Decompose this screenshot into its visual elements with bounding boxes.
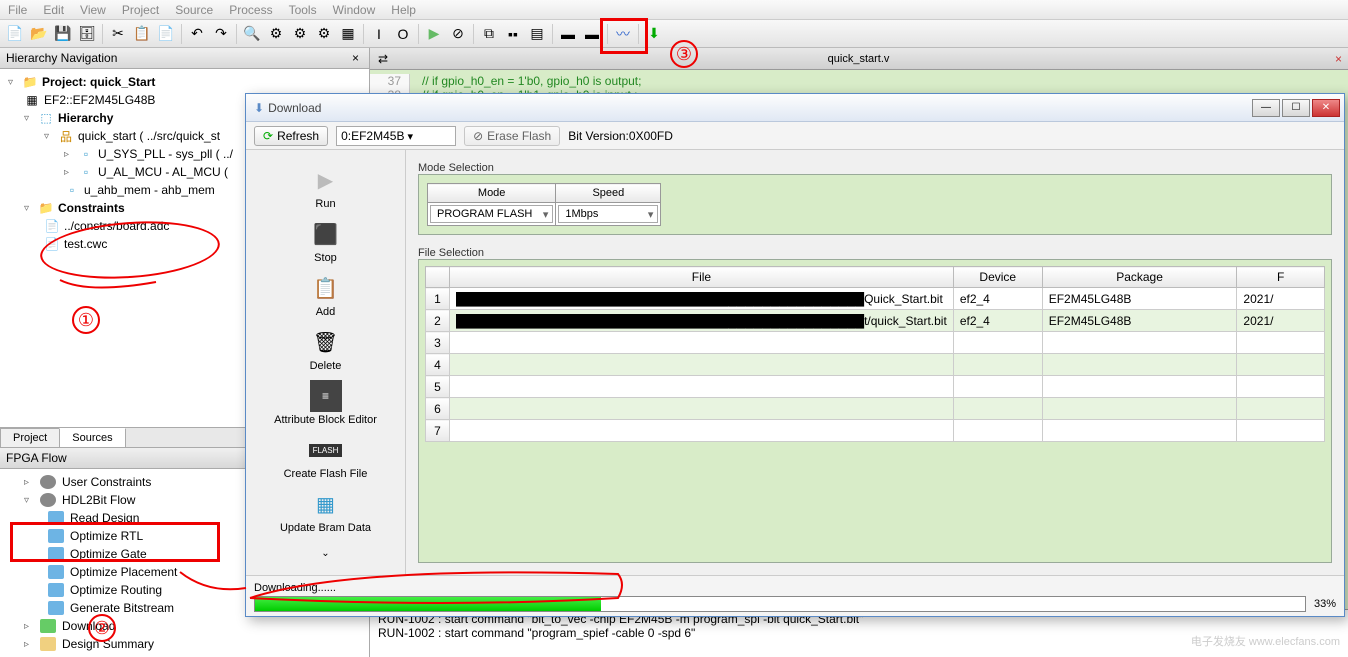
table-row[interactable]: 2███████████████████████████████████████… — [426, 310, 1325, 332]
grid-icon[interactable]: ▤ — [526, 23, 548, 45]
dual-icon[interactable]: ⧉ — [478, 23, 500, 45]
attr-editor-button[interactable]: ≡Attribute Block Editor — [272, 378, 379, 428]
delete-button[interactable]: 🗑Delete — [308, 324, 344, 374]
dialog-title: Download — [268, 101, 1252, 115]
saveall-icon[interactable]: 🗄 — [76, 23, 98, 45]
off-icon[interactable]: O — [392, 23, 414, 45]
speed-header: Speed — [556, 184, 661, 203]
file-section-label: File Selection — [418, 247, 1332, 259]
erase-flash-button[interactable]: ⊘Erase Flash — [464, 126, 560, 146]
f-col-header[interactable]: F — [1237, 267, 1325, 288]
paste-icon[interactable]: 📄 — [155, 23, 177, 45]
download-dialog: ⬇ Download — ☐ ✕ ⟳Refresh 0:EF2M45B ▾ ⊘E… — [245, 93, 1345, 617]
tool-icon[interactable]: ⚙ — [265, 23, 287, 45]
minimize-button[interactable]: — — [1252, 99, 1280, 117]
chip2-icon[interactable]: ▬ — [581, 23, 603, 45]
dialog-titlebar[interactable]: ⬇ Download — ☐ ✕ — [246, 94, 1344, 122]
redo-icon[interactable]: ↷ — [210, 23, 232, 45]
menubar: File Edit View Project Source Process To… — [0, 0, 1348, 20]
mode-table: ModeSpeed PROGRAM FLASH 1Mbps — [427, 183, 661, 226]
chip-icon[interactable]: ▬ — [557, 23, 579, 45]
hierarchy-title: Hierarchy Navigation — [6, 51, 117, 65]
cut-icon[interactable]: ✂ — [107, 23, 129, 45]
menu-window[interactable]: Window — [333, 3, 376, 17]
create-flash-button[interactable]: FLASHCreate Flash File — [282, 432, 370, 482]
device-col-header[interactable]: Device — [953, 267, 1042, 288]
copy-icon[interactable]: 📋 — [131, 23, 153, 45]
hierarchy-header: Hierarchy Navigation × — [0, 48, 369, 69]
tool4-icon[interactable]: ▦ — [337, 23, 359, 45]
flow-title: FPGA Flow — [6, 451, 67, 465]
undo-icon[interactable]: ↶ — [186, 23, 208, 45]
on-icon[interactable]: I — [368, 23, 390, 45]
menu-edit[interactable]: Edit — [43, 3, 64, 17]
add-button[interactable]: 📋Add — [308, 270, 344, 320]
device-select[interactable]: 0:EF2M45B ▾ — [336, 126, 456, 146]
new-icon[interactable]: 📄 — [4, 23, 26, 45]
mode-section-label: Mode Selection — [418, 162, 1332, 174]
code-text: // if gpio_h0_en = 1'b0, gpio_h0 is outp… — [410, 74, 641, 88]
main-toolbar: 📄 📂 💾 🗄 ✂ 📋 📄 ↶ ↷ 🔍 ⚙ ⚙ ⚙ ▦ I O ▶ ⊘ ⧉ ▪▪… — [0, 20, 1348, 48]
tool3-icon[interactable]: ⚙ — [313, 23, 335, 45]
watermark: 电子发烧友 www.elecfans.com — [1191, 633, 1340, 649]
dialog-toolbar: ⟳Refresh 0:EF2M45B ▾ ⊘Erase Flash Bit Ve… — [246, 122, 1344, 150]
bars-icon[interactable]: ▪▪ — [502, 23, 524, 45]
flow-design-summary[interactable]: ▹Design Summary — [4, 635, 365, 653]
table-row[interactable]: 4 — [426, 354, 1325, 376]
open-icon[interactable]: 📂 — [28, 23, 50, 45]
tool2-icon[interactable]: ⚙ — [289, 23, 311, 45]
line-number: 37 — [370, 74, 410, 88]
refresh-button[interactable]: ⟳Refresh — [254, 126, 328, 146]
editor-filename: quick_start.v — [388, 53, 1329, 65]
close-icon[interactable]: × — [348, 51, 363, 65]
editor-close-icon[interactable]: × — [1329, 52, 1348, 66]
file-col-header[interactable]: File — [450, 267, 954, 288]
maximize-button[interactable]: ☐ — [1282, 99, 1310, 117]
mode-combo[interactable]: PROGRAM FLASH — [430, 205, 553, 223]
menu-view[interactable]: View — [80, 3, 106, 17]
menu-source[interactable]: Source — [175, 3, 213, 17]
speed-combo[interactable]: 1Mbps — [558, 205, 658, 223]
menu-file[interactable]: File — [8, 3, 27, 17]
save-icon[interactable]: 💾 — [52, 23, 74, 45]
editor-toggle-icon[interactable]: ⇄ — [378, 52, 388, 66]
table-row[interactable]: 3 — [426, 332, 1325, 354]
package-col-header[interactable]: Package — [1042, 267, 1237, 288]
wave-icon[interactable]: 〰 — [612, 23, 634, 45]
run-icon[interactable]: ▶ — [423, 23, 445, 45]
progress-area: Downloading...... 33% — [246, 575, 1344, 616]
flow-download[interactable]: ▹Download — [4, 617, 365, 635]
dialog-actions: ▶Run ⬛Stop 📋Add 🗑Delete ≡Attribute Block… — [246, 150, 406, 575]
progress-label: Downloading...... — [254, 580, 1336, 596]
search-icon[interactable]: 🔍 — [241, 23, 263, 45]
table-row[interactable]: 5 — [426, 376, 1325, 398]
menu-tools[interactable]: Tools — [289, 3, 317, 17]
tab-sources[interactable]: Sources — [59, 428, 125, 447]
progress-bar — [254, 596, 1306, 612]
progress-percent: 33% — [1314, 598, 1336, 610]
run-button[interactable]: ▶Run — [308, 162, 344, 212]
mode-header: Mode — [428, 184, 556, 203]
menu-project[interactable]: Project — [122, 3, 159, 17]
menu-help[interactable]: Help — [391, 3, 416, 17]
table-row[interactable]: 7 — [426, 420, 1325, 442]
close-button[interactable]: ✕ — [1312, 99, 1340, 117]
stop-icon[interactable]: ⊘ — [447, 23, 469, 45]
project-node[interactable]: ▿📁 Project: quick_Start — [4, 73, 365, 91]
table-row[interactable]: 1███████████████████████████████████████… — [426, 288, 1325, 310]
update-bram-button[interactable]: ▦Update Bram Data — [278, 486, 373, 536]
dialog-icon: ⬇ — [254, 101, 264, 115]
menu-process[interactable]: Process — [229, 3, 272, 17]
bit-version-label: Bit Version:0X00FD — [568, 129, 673, 143]
stop-button[interactable]: ⬛Stop — [308, 216, 344, 266]
download-icon[interactable]: ⬇ — [643, 23, 665, 45]
file-table: File Device Package F 1█████████████████… — [425, 266, 1325, 442]
tab-project[interactable]: Project — [0, 428, 60, 447]
table-row[interactable]: 6 — [426, 398, 1325, 420]
